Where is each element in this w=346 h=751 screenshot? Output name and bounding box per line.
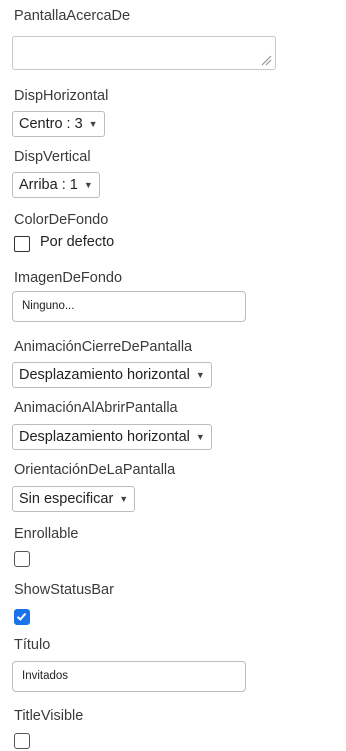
title-visible-checkbox[interactable]	[14, 733, 30, 749]
chevron-down-icon: ▼	[195, 370, 205, 380]
scrollable-checkbox[interactable]	[14, 551, 30, 567]
open-animation-dropdown[interactable]: Desplazamiento horizontal ▼	[12, 424, 212, 450]
chevron-down-icon: ▼	[83, 180, 93, 190]
show-status-bar-checkbox[interactable]	[14, 609, 30, 625]
about-screen-textarea[interactable]	[12, 36, 276, 70]
screen-orientation-label: OrientaciónDeLaPantalla	[14, 462, 176, 478]
title-input[interactable]: Invitados	[12, 661, 246, 692]
chevron-down-icon: ▼	[195, 432, 205, 442]
align-vertical-value: Arriba : 1	[19, 177, 78, 193]
checkmark-icon	[16, 612, 27, 621]
screen-orientation-value: Sin especificar	[19, 491, 114, 507]
show-status-bar-label: ShowStatusBar	[14, 582, 114, 598]
align-horizontal-dropdown[interactable]: Centro : 3 ▼	[12, 111, 105, 137]
align-vertical-label: DispVertical	[14, 149, 91, 165]
close-animation-value: Desplazamiento horizontal	[19, 367, 190, 383]
open-animation-value: Desplazamiento horizontal	[19, 429, 190, 445]
align-vertical-dropdown[interactable]: Arriba : 1 ▼	[12, 172, 100, 198]
title-visible-label: TitleVisible	[14, 708, 84, 724]
title-label: Título	[14, 637, 51, 653]
align-horizontal-value: Centro : 3	[19, 116, 83, 132]
properties-panel: PantallaAcercaDe DispHorizontal Centro :…	[0, 0, 346, 751]
background-color-label: ColorDeFondo	[14, 212, 109, 228]
resize-grip-icon[interactable]	[260, 54, 272, 66]
background-image-picker[interactable]: Ninguno...	[12, 291, 246, 322]
close-animation-dropdown[interactable]: Desplazamiento horizontal ▼	[12, 362, 212, 388]
open-animation-label: AnimaciónAlAbrirPantalla	[14, 400, 178, 416]
align-horizontal-label: DispHorizontal	[14, 88, 109, 104]
about-screen-label: PantallaAcercaDe	[14, 8, 131, 24]
chevron-down-icon: ▼	[88, 119, 98, 129]
screen-orientation-dropdown[interactable]: Sin especificar ▼	[12, 486, 136, 512]
scrollable-label: Enrollable	[14, 526, 79, 542]
chevron-down-icon: ▼	[119, 494, 129, 504]
background-color-value[interactable]: Por defecto	[40, 234, 114, 250]
background-image-label: ImagenDeFondo	[14, 270, 123, 286]
background-color-swatch[interactable]	[14, 236, 30, 252]
close-animation-label: AnimaciónCierreDePantalla	[14, 339, 193, 355]
